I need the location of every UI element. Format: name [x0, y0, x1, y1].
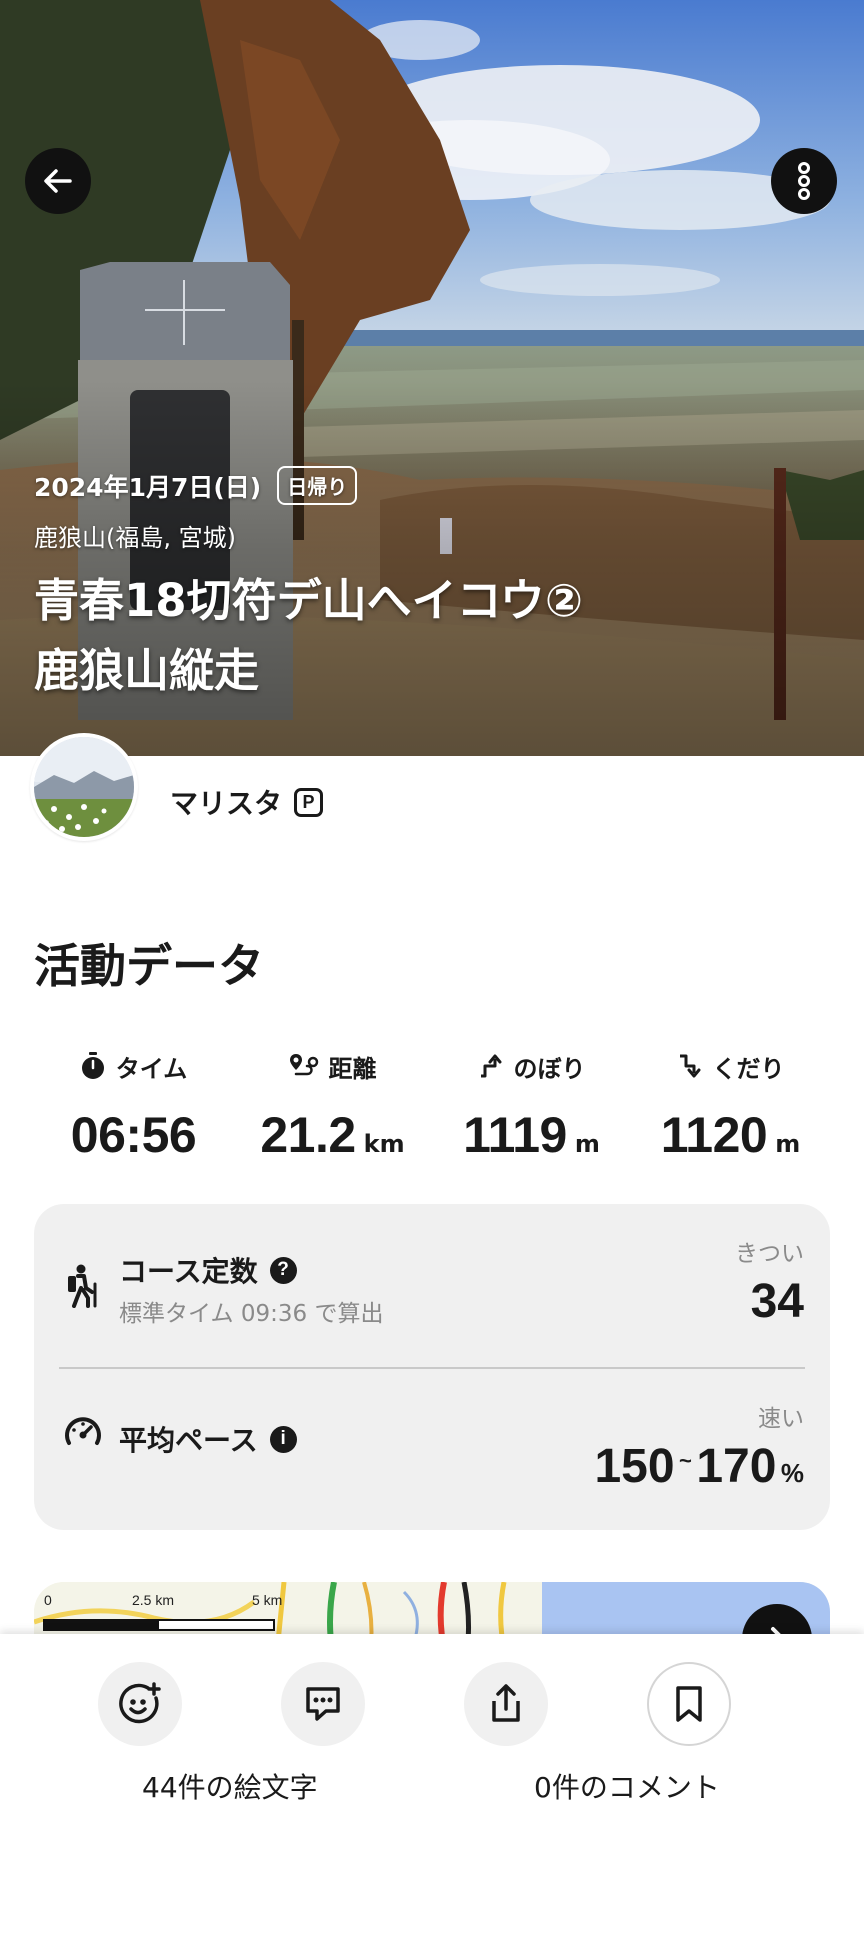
stat-label: タイム	[115, 1054, 188, 1083]
mountain-location[interactable]: 鹿狼山(福島, 宮城)	[34, 518, 236, 553]
stat-value: 21.2	[260, 1107, 356, 1163]
user-avatar[interactable]	[30, 733, 138, 841]
activity-stats: タイム 06:56 距離 21.2 km のぼり 1119 m くだり 1120…	[34, 1048, 830, 1164]
pace-separator: ~	[679, 1448, 692, 1473]
avatar-image	[34, 737, 134, 837]
average-pace-value: 150 ~ 170 %	[594, 1439, 804, 1494]
stat-time: タイム 06:56	[34, 1048, 233, 1164]
premium-badge-icon: P	[294, 787, 324, 817]
bookmark-icon	[676, 1686, 702, 1722]
more-options-button[interactable]	[771, 148, 837, 214]
hero-photo: 2024年1月7日(日) 日帰り 鹿狼山(福島, 宮城) 青春18切符デ山へイコ…	[0, 0, 864, 756]
course-constant-value: 34	[750, 1275, 804, 1328]
course-constant-row: コース定数 ? 標準タイム 09:36 で算出 きつい 34	[34, 1204, 830, 1367]
activity-title-line1: 青春18切符デ山へイコウ②	[34, 574, 583, 627]
pace-speed-label: 速い	[758, 1406, 804, 1432]
arrow-left-icon	[44, 169, 72, 193]
stat-label: くだり	[712, 1054, 785, 1083]
back-button[interactable]	[25, 148, 91, 214]
average-pace-row: 平均ペース i 速い 150 ~ 170 %	[34, 1369, 830, 1530]
emoji-count[interactable]: 44件の絵文字	[142, 1766, 318, 1806]
bookmark-button[interactable]	[647, 1662, 731, 1746]
course-constant-title: コース定数	[119, 1255, 258, 1288]
info-icon[interactable]: i	[269, 1425, 297, 1453]
stat-unit: m	[574, 1130, 600, 1158]
map-scale-end: 5 km	[252, 1592, 283, 1608]
stat-ascent: のぼり 1119 m	[432, 1048, 631, 1164]
share-button[interactable]	[464, 1662, 548, 1746]
activity-title: 青春18切符デ山へイコウ② 鹿狼山縦走	[34, 566, 834, 706]
ascent-icon	[480, 1054, 501, 1078]
average-pace-title: 平均ペース	[119, 1424, 258, 1457]
activity-section-title: 活動データ	[34, 939, 264, 993]
route-icon	[289, 1054, 318, 1076]
course-difficulty-label: きつい	[735, 1241, 804, 1267]
map-scale-mid: 2.5 km	[132, 1592, 175, 1608]
hero-meta: 2024年1月7日(日) 日帰り	[34, 466, 358, 505]
stat-distance: 距離 21.2 km	[233, 1048, 432, 1164]
stat-label: のぼり	[513, 1054, 586, 1083]
add-emoji-button[interactable]	[98, 1662, 182, 1746]
share-icon	[492, 1684, 520, 1722]
activity-title-line2: 鹿狼山縦走	[34, 644, 260, 697]
descent-icon	[679, 1054, 700, 1078]
emoji-add-icon	[119, 1682, 161, 1724]
more-vertical-icon	[798, 162, 810, 200]
day-trip-badge: 日帰り	[277, 466, 358, 505]
comment-count[interactable]: 0件のコメント	[534, 1766, 720, 1806]
user-name-row[interactable]: マリスタ P	[170, 782, 324, 822]
stopwatch-icon	[81, 1052, 104, 1079]
stat-value: 1120	[660, 1107, 768, 1163]
pace-min: 150	[594, 1440, 675, 1493]
bottom-action-bar: 44件の絵文字 0件のコメント	[0, 1634, 864, 1939]
course-standard-time: 標準タイム 09:36 で算出	[119, 1301, 384, 1327]
pace-max: 170	[696, 1440, 777, 1493]
stat-unit: km	[363, 1130, 405, 1158]
hiker-icon	[68, 1264, 97, 1308]
activity-date: 2024年1月7日(日)	[34, 472, 262, 502]
stat-label: 距離	[328, 1054, 377, 1083]
stat-value: 1119	[463, 1107, 567, 1163]
comment-icon	[306, 1687, 340, 1721]
pace-unit: %	[780, 1458, 804, 1488]
stat-unit: m	[775, 1130, 801, 1158]
speedometer-icon	[65, 1417, 101, 1445]
comment-button[interactable]	[281, 1662, 365, 1746]
stat-descent: くだり 1120 m	[631, 1048, 830, 1164]
course-pace-card: コース定数 ? 標準タイム 09:36 で算出 きつい 34 平均ペース i 速…	[34, 1204, 830, 1530]
map-scale-0: 0	[44, 1592, 52, 1608]
help-icon[interactable]: ?	[269, 1256, 297, 1284]
user-name: マリスタ	[170, 787, 283, 820]
stat-value: 06:56	[70, 1107, 197, 1163]
